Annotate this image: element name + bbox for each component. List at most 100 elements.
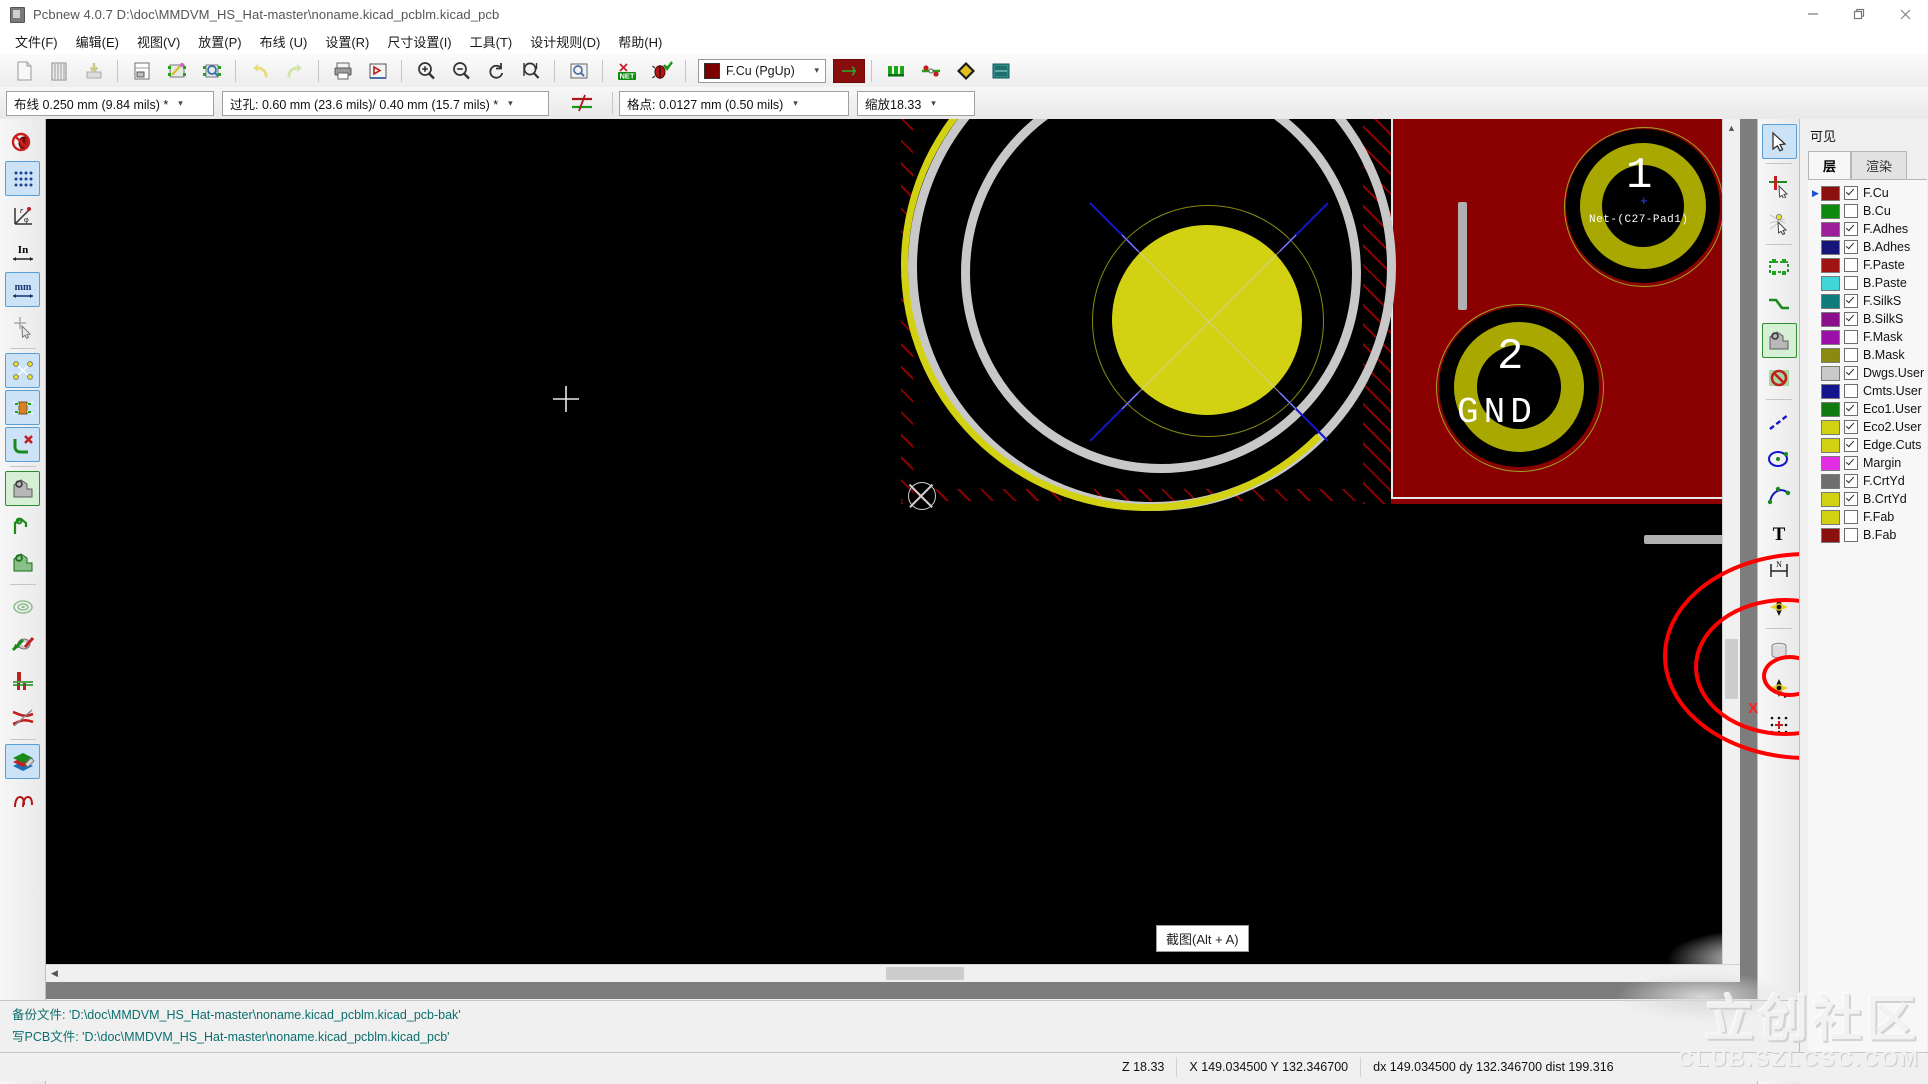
drc-disable-button[interactable] — [5, 124, 40, 159]
zoom-in-button[interactable] — [409, 56, 442, 86]
module-ratsnest-button[interactable] — [5, 390, 40, 425]
hscroll-thumb[interactable] — [886, 967, 964, 980]
layer-visibility-checkbox[interactable] — [1844, 474, 1858, 488]
layer-visibility-checkbox[interactable] — [1844, 528, 1858, 542]
layer-color-swatch[interactable] — [1821, 437, 1840, 453]
layer-color-swatch[interactable] — [1821, 419, 1840, 435]
layer-visibility-checkbox[interactable] — [1844, 312, 1858, 326]
layer-color-swatch[interactable] — [1821, 311, 1840, 327]
zone-hatched-button[interactable] — [5, 545, 40, 580]
manage-layers-button[interactable] — [5, 781, 40, 816]
drc-bug-button[interactable] — [645, 56, 678, 86]
set-origin-button[interactable] — [1762, 670, 1797, 705]
layer-row-b-paste[interactable]: B.Paste — [1808, 274, 1927, 292]
menu-preferences[interactable]: 设置(R) — [316, 29, 378, 54]
menu-dimensions[interactable]: 尺寸设置(I) — [378, 29, 460, 54]
netlist-button[interactable]: NET — [610, 56, 643, 86]
layer-color-swatch[interactable] — [1821, 203, 1840, 219]
layer-row-f-adhes[interactable]: F.Adhes — [1808, 220, 1927, 238]
layer-color-swatch[interactable] — [1821, 257, 1840, 273]
layer-visibility-checkbox[interactable] — [1844, 348, 1858, 362]
add-keepout-button[interactable] — [1762, 360, 1797, 395]
new-board-button[interactable] — [7, 56, 40, 86]
zoom-fit-button[interactable] — [514, 56, 547, 86]
zone-filled-button[interactable] — [5, 471, 40, 506]
layer-row-b-crtyd[interactable]: B.CrtYd — [1808, 490, 1927, 508]
close-button[interactable] — [1882, 0, 1928, 28]
save-board-button[interactable] — [77, 56, 110, 86]
layer-color-swatch[interactable] — [1821, 239, 1840, 255]
layer-color-swatch[interactable] — [1821, 365, 1840, 381]
menu-edit[interactable]: 编辑(E) — [67, 29, 128, 54]
layer-visibility-checkbox[interactable] — [1844, 258, 1858, 272]
layer-visibility-checkbox[interactable] — [1844, 402, 1858, 416]
layer-visibility-checkbox[interactable] — [1844, 294, 1858, 308]
zone-outline-button[interactable] — [5, 508, 40, 543]
menu-design-rules[interactable]: 设计规则(D) — [521, 29, 609, 54]
layer-color-swatch[interactable] — [1821, 293, 1840, 309]
minimize-button[interactable] — [1790, 0, 1836, 28]
layer-row-dwgs-user[interactable]: Dwgs.User — [1808, 364, 1927, 382]
zoom-out-button[interactable] — [444, 56, 477, 86]
layer-color-swatch[interactable] — [1821, 527, 1840, 543]
open-module-viewer-button[interactable] — [195, 56, 228, 86]
layer-color-swatch[interactable] — [1821, 491, 1840, 507]
menu-file[interactable]: 文件(F) — [6, 29, 67, 54]
scroll-left-arrow[interactable]: ◀ — [46, 965, 63, 982]
via-color-button[interactable] — [833, 58, 865, 83]
vscroll-thumb[interactable] — [1725, 639, 1738, 699]
layer-visibility-checkbox[interactable] — [1844, 240, 1858, 254]
track-width-selector[interactable]: 布线 0.250 mm (9.84 mils) * ▾ — [6, 90, 214, 116]
layer-color-swatch[interactable] — [1821, 185, 1840, 201]
layer-color-swatch[interactable] — [1821, 329, 1840, 345]
show-ratsnest-button[interactable] — [984, 56, 1017, 86]
via-sketch-button[interactable] — [5, 589, 40, 624]
layer-row-b-cu[interactable]: B.Cu — [1808, 202, 1927, 220]
add-module-button[interactable] — [1762, 249, 1797, 284]
highlight-net-button[interactable] — [1762, 168, 1797, 203]
zoom-selector[interactable]: 缩放18.33 ▾ — [857, 90, 975, 116]
delete-tool-button[interactable] — [1762, 633, 1797, 668]
mode-module-button[interactable] — [879, 56, 912, 86]
grid-toggle-button[interactable] — [5, 161, 40, 196]
track-sketch-button[interactable] — [5, 663, 40, 698]
layer-row-edge-cuts[interactable]: Edge.Cuts — [1808, 436, 1927, 454]
layer-color-swatch[interactable] — [1821, 473, 1840, 489]
via-size-selector[interactable]: 过孔: 0.60 mm (23.6 mils)/ 0.40 mm (15.7 m… — [222, 90, 549, 116]
layer-row-f-cu[interactable]: ▶ F.Cu — [1808, 184, 1927, 202]
pad-sketch-button[interactable] — [5, 626, 40, 661]
maximize-button[interactable] — [1836, 0, 1882, 28]
units-mm-button[interactable]: mm — [5, 272, 40, 307]
layer-row-margin[interactable]: Margin — [1808, 454, 1927, 472]
add-track-button[interactable] — [1762, 286, 1797, 321]
layer-color-swatch[interactable] — [1821, 509, 1840, 525]
open-board-button[interactable] — [42, 56, 75, 86]
add-zone-button[interactable] — [1761, 323, 1797, 358]
pcb-canvas[interactable]: 1 Net-(C27-Pad1) + 2 GND 截图(Alt + A) ▲ ◀ — [46, 119, 1740, 982]
undo-button[interactable] — [243, 56, 276, 86]
set-grid-origin-button[interactable] — [1762, 707, 1797, 742]
menu-place[interactable]: 放置(P) — [189, 29, 250, 54]
layer-visibility-checkbox[interactable] — [1844, 222, 1858, 236]
layer-row-cmts-user[interactable]: Cmts.User — [1808, 382, 1927, 400]
add-target-button[interactable] — [1762, 589, 1797, 624]
layer-visibility-checkbox[interactable] — [1844, 492, 1858, 506]
tab-layers[interactable]: 层 — [1808, 151, 1852, 179]
menu-tools[interactable]: 工具(T) — [461, 29, 522, 54]
menu-route[interactable]: 布线 (U) — [251, 29, 317, 54]
units-inches-button[interactable]: In — [5, 235, 40, 270]
layer-visibility-checkbox[interactable] — [1844, 420, 1858, 434]
layer-row-f-paste[interactable]: F.Paste — [1808, 256, 1927, 274]
add-arc-button[interactable] — [1762, 478, 1797, 513]
add-dashed-line-button[interactable] — [1762, 404, 1797, 439]
canvas-hscrollbar[interactable]: ◀ — [46, 964, 1740, 982]
layer-row-b-silks[interactable]: B.SilkS — [1808, 310, 1927, 328]
grid-selector[interactable]: 格点: 0.0127 mm (0.50 mils) ▾ — [619, 90, 849, 116]
layer-color-swatch[interactable] — [1821, 275, 1840, 291]
layer-row-f-silks[interactable]: F.SilkS — [1808, 292, 1927, 310]
layer-visibility-checkbox[interactable] — [1844, 510, 1858, 524]
layer-row-f-fab[interactable]: F.Fab — [1808, 508, 1927, 526]
open-module-editor-button[interactable] — [160, 56, 193, 86]
layer-row-eco2-user[interactable]: Eco2.User — [1808, 418, 1927, 436]
show-ratsnest-button[interactable] — [5, 353, 40, 388]
